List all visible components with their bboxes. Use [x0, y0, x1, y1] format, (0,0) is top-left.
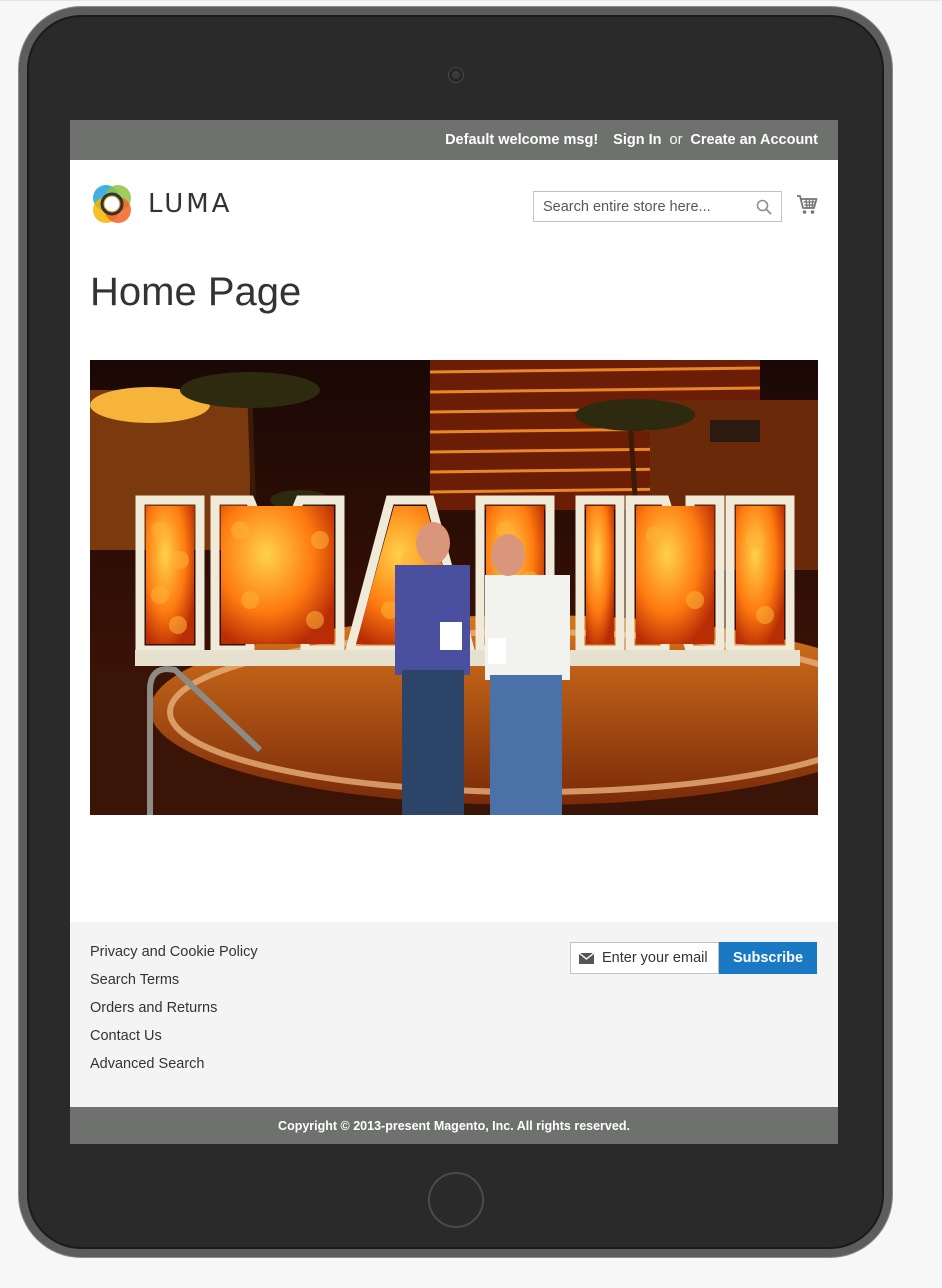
or-separator: or [669, 132, 683, 148]
search-box[interactable] [533, 191, 782, 222]
welcome-message: Default welcome msg! [445, 132, 599, 148]
header-panel: Default welcome msg! Sign In or Create a… [70, 120, 838, 160]
footer-link-advanced-search[interactable]: Advanced Search [90, 1054, 258, 1082]
luma-logo-icon [93, 185, 131, 223]
newsletter-email-input[interactable] [602, 950, 712, 966]
footer-link-orders-returns[interactable]: Orders and Returns [90, 998, 258, 1026]
page-footer: Privacy and Cookie Policy Search Terms O… [70, 922, 838, 1107]
newsletter-form: Subscribe [570, 942, 817, 974]
create-account-link[interactable]: Create an Account [690, 132, 818, 148]
home-button-icon[interactable] [428, 1172, 484, 1228]
page-title: Home Page [90, 270, 302, 314]
footer-links: Privacy and Cookie Policy Search Terms O… [90, 942, 258, 1082]
footer-link-contact[interactable]: Contact Us [90, 1026, 258, 1054]
hero-image [90, 360, 818, 815]
cart-icon[interactable] [796, 194, 818, 216]
footer-link-privacy[interactable]: Privacy and Cookie Policy [90, 942, 258, 970]
sign-in-link[interactable]: Sign In [613, 132, 661, 148]
search-input[interactable] [534, 192, 753, 221]
logo-text: LUMA [148, 189, 233, 219]
envelope-icon [579, 952, 594, 964]
search-icon[interactable] [756, 199, 772, 215]
footer-link-search-terms[interactable]: Search Terms [90, 970, 258, 998]
copyright-bar: Copyright © 2013-present Magento, Inc. A… [70, 1107, 838, 1144]
store-logo[interactable]: LUMA [90, 182, 232, 226]
newsletter-field[interactable] [570, 942, 719, 974]
device-screen: Default welcome msg! Sign In or Create a… [70, 120, 838, 1144]
camera-icon [449, 68, 463, 82]
page-top-border [0, 0, 942, 1]
copyright-text: Copyright © 2013-present Magento, Inc. A… [278, 1118, 630, 1133]
subscribe-button[interactable]: Subscribe [719, 942, 817, 974]
